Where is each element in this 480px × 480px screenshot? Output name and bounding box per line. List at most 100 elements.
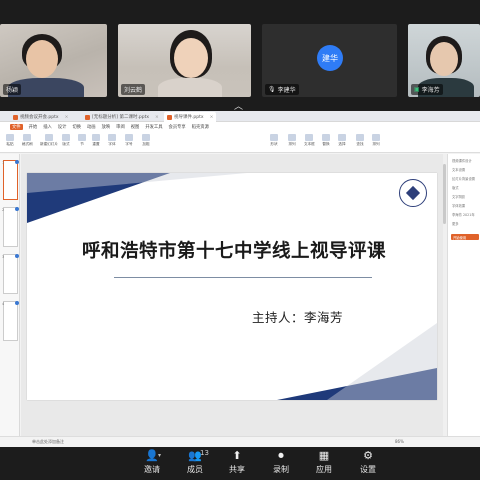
participant-tile[interactable]: 杨颖 <box>0 24 107 97</box>
meeting-toolbar: 👤 邀请 ▾ 👥 成员 13 ⬆ 共享 ⏺ 录制 ▦ 应用 ⚙ 设置 <box>0 447 480 480</box>
ribbon-button[interactable]: 新建幻灯片 <box>40 134 58 150</box>
participant-name: 刘云鹤 <box>121 84 146 95</box>
slide[interactable]: 呼和浩特市第十七中学线上视导评课 主持人：李海芳 <box>27 173 437 400</box>
participant-tile[interactable]: ▣ 李海芳 <box>408 24 480 97</box>
ribbon-button[interactable]: 排列 <box>372 134 380 150</box>
participant-tile[interactable]: 刘云鹤 <box>118 24 251 97</box>
ribbon-button[interactable]: 查找 <box>356 134 364 150</box>
ribbon-button[interactable]: 文本框 <box>304 134 315 150</box>
toolbar-label: 成员 <box>187 465 203 474</box>
notes-placeholder[interactable]: 单击此处添加备注 <box>32 439 64 445</box>
menu-item[interactable]: 审阅 <box>116 124 125 130</box>
task-pane-item[interactable]: 字体效果 <box>452 203 465 208</box>
avatar: 建华 <box>317 45 343 71</box>
apps-button[interactable]: ▦ 应用 <box>309 449 339 478</box>
task-pane-item[interactable]: 版式 <box>452 185 459 190</box>
menu-item[interactable]: 视图 <box>131 124 140 130</box>
close-icon[interactable]: × <box>210 115 214 120</box>
close-icon[interactable]: × <box>65 115 69 120</box>
slide-thumbnail[interactable]: 4 <box>2 301 19 341</box>
ribbon-button[interactable]: 节 <box>78 134 86 150</box>
slide-thumbnail[interactable]: 1 <box>2 160 19 200</box>
chevron-down-icon[interactable]: ▾ <box>158 452 161 459</box>
ribbon-icon <box>305 134 314 141</box>
menu-item[interactable]: 稻壳资源 <box>192 124 209 130</box>
menu-item[interactable]: 会员专享 <box>169 124 186 130</box>
toolbar-label: 设置 <box>360 465 376 474</box>
ribbon-label: 形状 <box>270 142 278 146</box>
ribbon-icon <box>78 134 86 141</box>
document-tab-active[interactable]: 视导课件.pptx × <box>164 112 217 122</box>
ribbon-button[interactable]: 字体 <box>108 134 116 150</box>
ribbon-button[interactable]: 形状 <box>270 134 278 150</box>
ribbon-label: 排列 <box>372 142 380 146</box>
comment-indicator-icon <box>15 254 19 258</box>
record-icon: ⏺ <box>278 449 284 462</box>
invite-icon: 👤 <box>145 449 159 462</box>
ribbon-icon <box>288 134 296 141</box>
ribbon-icon <box>142 134 150 141</box>
toolbar-label: 共享 <box>229 465 245 474</box>
zoom-level[interactable]: 86% <box>395 439 404 444</box>
divider <box>114 277 372 278</box>
pptx-icon <box>167 114 172 120</box>
document-tab[interactable]: 视频会议开会.pptx × <box>10 112 71 122</box>
task-pane-item[interactable]: 文本设置 <box>452 167 465 172</box>
ribbon-button[interactable]: 字号 <box>125 134 133 150</box>
ribbon-label: 重置 <box>92 142 100 146</box>
ribbon-toolbar: 粘贴 格式刷 新建幻灯片 版式 节 重置 字体 字号 加粗 形状 排列 文本框 替换 选择 查找 排列 <box>0 131 480 153</box>
slide-thumbnail[interactable]: 3 <box>2 254 19 294</box>
close-icon[interactable]: × <box>155 115 159 120</box>
status-bar: 单击此处添加备注 86% <box>0 436 480 447</box>
menu-item[interactable]: 切换 <box>72 124 81 130</box>
menu-item[interactable]: 开发工具 <box>145 124 162 130</box>
apps-icon: ▦ <box>318 449 330 462</box>
members-button[interactable]: 👥 成员 13 <box>180 449 210 478</box>
invite-button[interactable]: 👤 邀请 ▾ <box>137 449 167 478</box>
task-pane-item[interactable]: 文字阴影 <box>452 194 465 199</box>
ribbon-button[interactable]: 重置 <box>92 134 100 150</box>
menu-item[interactable]: 文件 <box>10 123 23 130</box>
ribbon-label: 粘贴 <box>6 142 14 146</box>
slide-thumbnails: 1 2 3 4 <box>0 154 20 436</box>
task-pane: 视频课件设计 文本设置幻灯片背景设置 版式文字阴影字体效果李海芳 2021年 更多开始… <box>447 154 480 436</box>
pptx-icon <box>13 114 18 120</box>
slide-thumbnail[interactable]: 2 <box>2 207 19 247</box>
ribbon-button[interactable]: 格式刷 <box>22 134 33 150</box>
ribbon-button[interactable]: 版式 <box>62 134 70 150</box>
share-button[interactable]: ⬆ 共享 <box>222 449 252 478</box>
slide-number: 1 <box>2 161 5 165</box>
ribbon-button[interactable]: 排列 <box>288 134 296 150</box>
settings-button[interactable]: ⚙ 设置 <box>353 449 383 478</box>
ribbon-label: 查找 <box>356 142 364 146</box>
task-pane-item[interactable]: 视频课件设计 <box>452 158 472 163</box>
slide-title: 呼和浩特市第十七中学线上视导评课 <box>81 241 386 262</box>
slide-number: 4 <box>2 302 5 306</box>
document-tab[interactable]: [无标题分析] 第二课时.pptx × <box>82 112 162 122</box>
ribbon-button[interactable]: 替换 <box>322 134 330 150</box>
comment-indicator-icon <box>15 207 19 211</box>
ribbon-button[interactable]: 粘贴 <box>6 134 14 150</box>
school-emblem-icon <box>399 179 427 207</box>
menu-item[interactable]: 动画 <box>87 124 96 130</box>
menu-item[interactable]: 开始 <box>29 124 38 130</box>
corner-band-top <box>27 173 247 193</box>
task-pane-item[interactable]: 更多 <box>452 221 459 226</box>
task-pane-button[interactable]: 开始使用 <box>451 234 479 240</box>
menu-item[interactable]: 设计 <box>58 124 67 130</box>
ribbon-label: 字号 <box>125 142 133 146</box>
menu-item[interactable]: 插入 <box>43 124 52 130</box>
slide-decoration <box>27 173 437 400</box>
settings-icon: ⚙ <box>363 449 373 462</box>
participant-tile[interactable]: 建华 🎙 李建华 <box>262 24 397 97</box>
ribbon-icon <box>44 134 53 141</box>
ribbon-button[interactable]: 加粗 <box>142 134 150 150</box>
ribbon-button[interactable]: 选择 <box>338 134 346 150</box>
task-pane-item[interactable]: 李海芳 2021年 <box>452 212 475 217</box>
ribbon-icon <box>92 134 100 141</box>
corner-band-bottom <box>327 323 437 400</box>
task-pane-item[interactable]: 幻灯片背景设置 <box>452 176 475 181</box>
ribbon-icon <box>125 134 133 141</box>
record-button[interactable]: ⏺ 录制 <box>266 449 296 478</box>
menu-item[interactable]: 放映 <box>102 124 111 130</box>
